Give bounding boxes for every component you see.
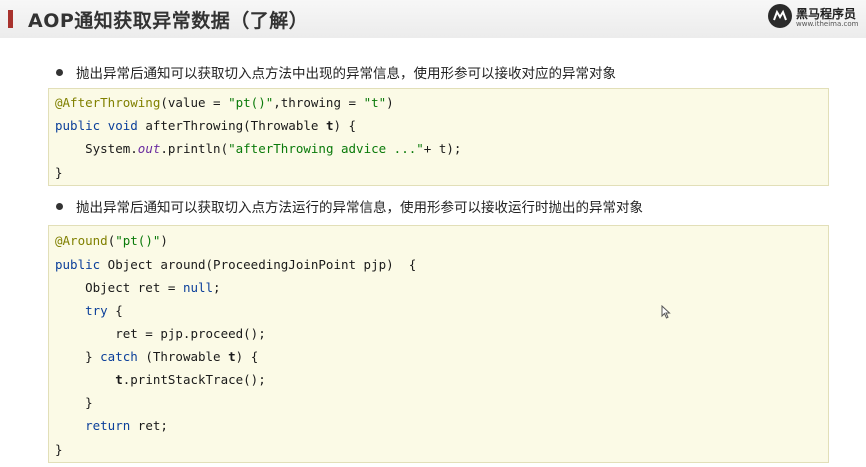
- code-line: public Object around(ProceedingJoinPoint…: [55, 257, 417, 272]
- code-line: }: [55, 442, 63, 457]
- slide-header: AOP通知获取异常数据（了解） 黑马程序员 www.itheima.com: [0, 0, 866, 38]
- code-line: return ret;: [85, 418, 168, 433]
- code-line: @AfterThrowing(value = "pt()",throwing =…: [55, 95, 394, 110]
- code-line: }: [55, 395, 93, 410]
- bullet-dot-icon: [56, 202, 63, 210]
- slide-title: AOP通知获取异常数据（了解）: [28, 10, 309, 32]
- bullet-text-1: 抛出异常后通知可以获取切入点方法中出现的异常信息，使用形参可以接收对应的异常对象: [76, 66, 616, 82]
- bullet-text-2: 抛出异常后通知可以获取切入点方法运行的异常信息，使用形参可以接收运行时抛出的异常…: [76, 200, 643, 216]
- brand-logo: 黑马程序员 www.itheima.com: [768, 4, 862, 32]
- logo-mark-icon: [768, 4, 792, 28]
- code-block-after-throwing: @AfterThrowing(value = "pt()",throwing =…: [48, 88, 829, 186]
- title-accent-bar: [8, 10, 13, 28]
- code-line: System.out.println("afterThrowing advice…: [55, 141, 462, 156]
- code-line: @Around("pt()"): [55, 233, 168, 248]
- code-line: t.printStackTrace();: [115, 372, 266, 387]
- bullet-item-2: 抛出异常后通知可以获取切入点方法运行的异常信息，使用形参可以接收运行时抛出的异常…: [56, 196, 643, 216]
- code-line: try {: [85, 303, 123, 318]
- logo-url: www.itheima.com: [796, 20, 859, 28]
- code-line: }: [55, 165, 63, 180]
- code-line: Object ret = null;: [55, 280, 221, 295]
- mouse-cursor-icon: [661, 304, 671, 323]
- bullet-dot-icon: [56, 68, 63, 76]
- bullet-item-1: 抛出异常后通知可以获取切入点方法中出现的异常信息，使用形参可以接收对应的异常对象: [56, 62, 616, 82]
- code-line: public void afterThrowing(Throwable t) {: [55, 118, 357, 133]
- code-line: } catch (Throwable t) {: [55, 349, 259, 364]
- code-line: ret = pjp.proceed();: [55, 326, 266, 341]
- code-block-around: @Around("pt()") public Object around(Pro…: [48, 225, 829, 463]
